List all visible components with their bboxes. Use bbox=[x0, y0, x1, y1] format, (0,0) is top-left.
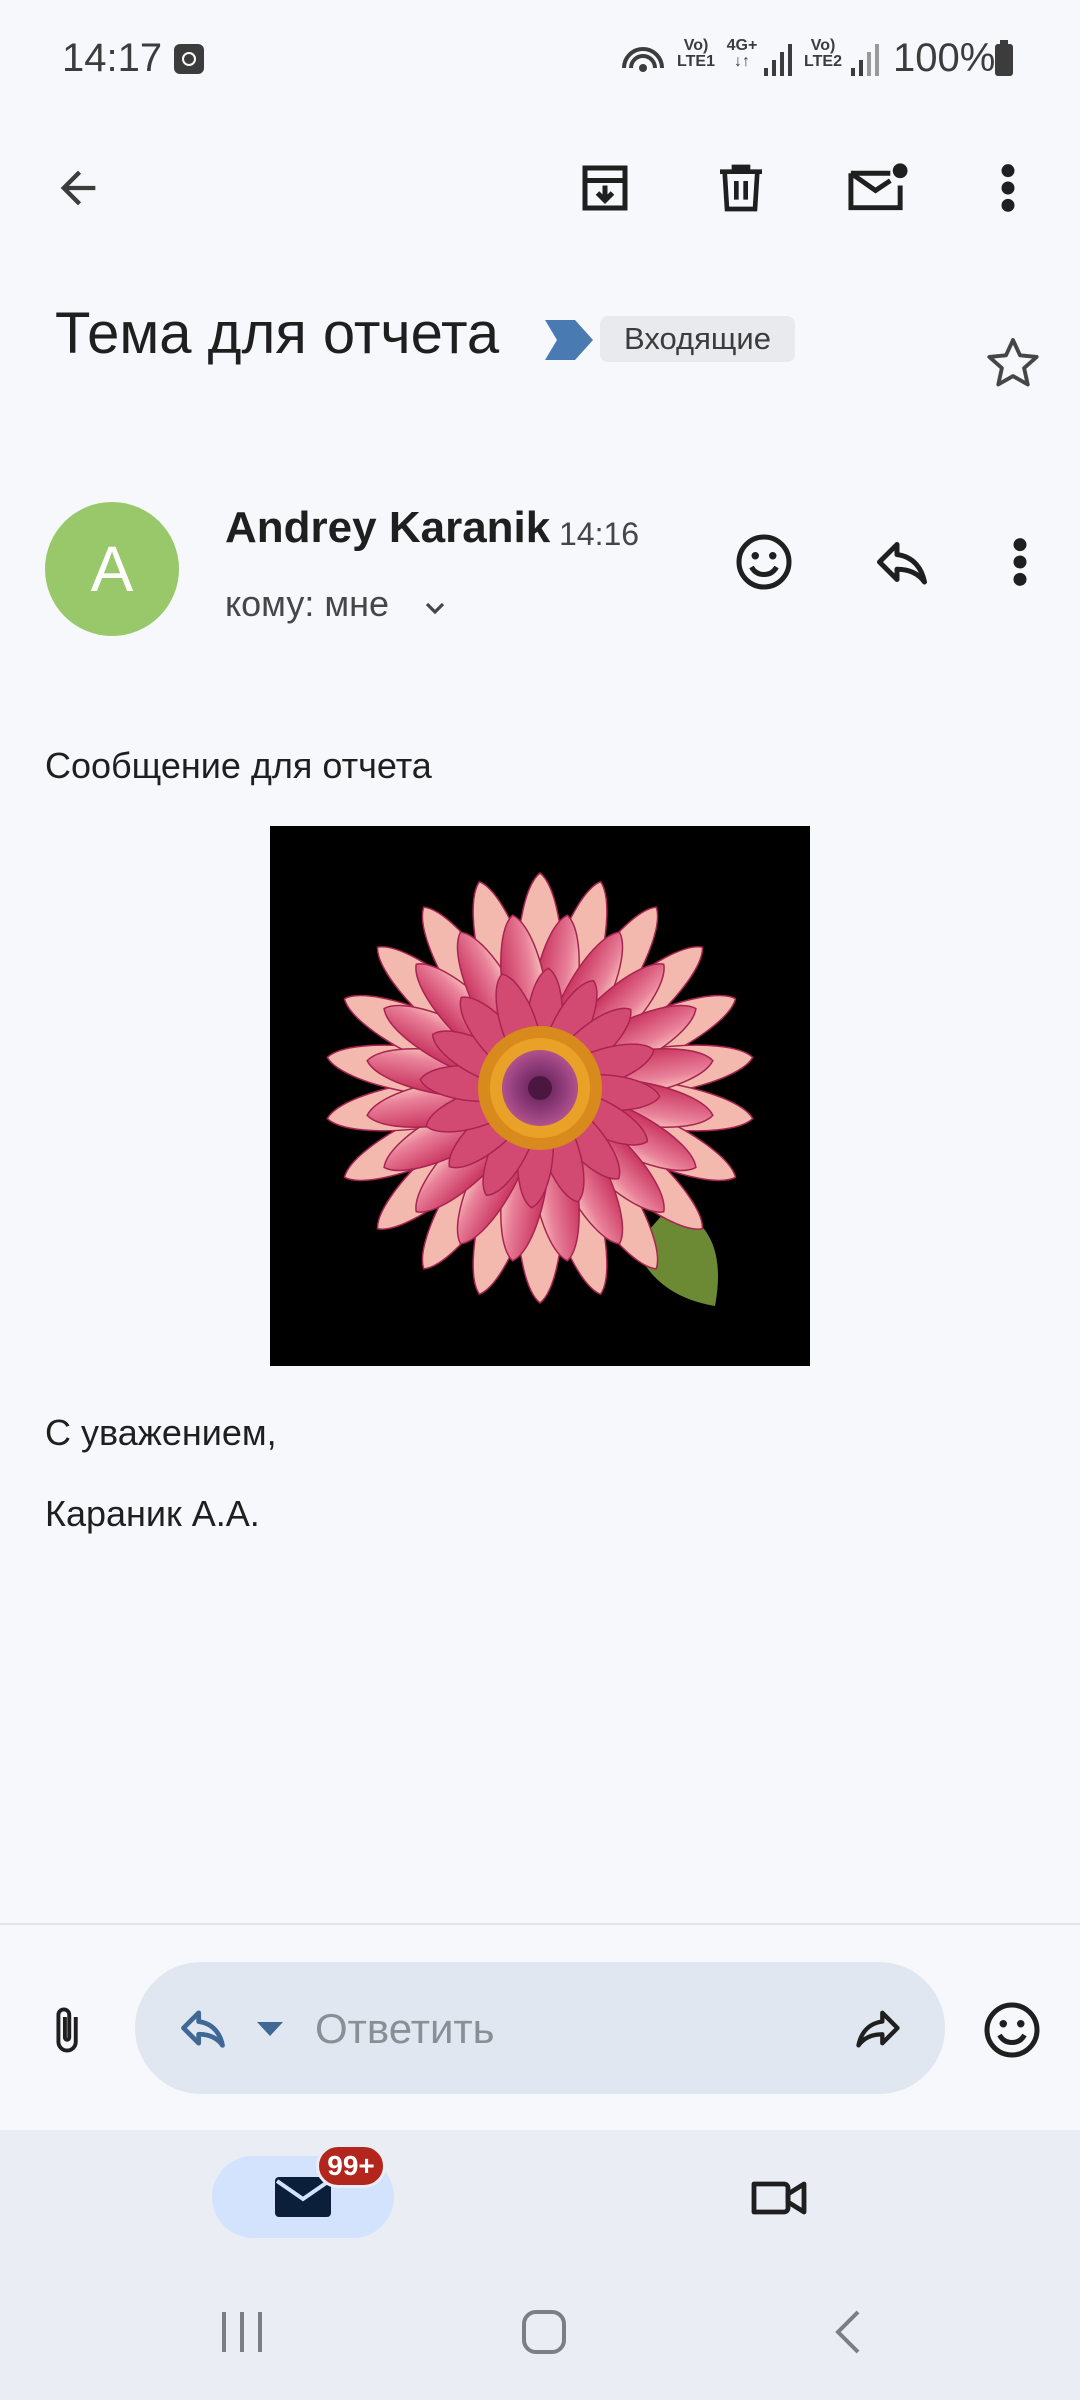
reply-icon bbox=[181, 2010, 225, 2048]
sent-time: 14:16 bbox=[559, 516, 640, 552]
reply-mode-button[interactable] bbox=[165, 1996, 241, 2060]
signal-1-icon bbox=[764, 44, 792, 76]
email-signature: Караник А.А. bbox=[45, 1493, 260, 1534]
video-camera-icon bbox=[751, 2181, 807, 2215]
sender-avatar[interactable]: A bbox=[45, 502, 179, 636]
forward-icon bbox=[856, 2010, 900, 2048]
more-vert-icon bbox=[1001, 164, 1015, 212]
status-bar: 14:17 Vo) LTE1 4G+ ↓↑ Vo) LTE2 100% bbox=[0, 0, 1080, 120]
reply-mode-dropdown[interactable] bbox=[248, 2008, 292, 2048]
system-back-button[interactable] bbox=[806, 2296, 890, 2368]
sim2-volte: Vo) LTE2 bbox=[804, 37, 842, 70]
back-button[interactable] bbox=[40, 150, 116, 226]
email-closing: С уважением, bbox=[45, 1412, 277, 1453]
meet-tab[interactable] bbox=[738, 2160, 818, 2236]
flower-image[interactable] bbox=[270, 826, 810, 1366]
signal-2-icon bbox=[851, 44, 879, 76]
home-button[interactable] bbox=[502, 2296, 586, 2368]
caret-down-icon bbox=[257, 2022, 283, 2036]
battery-icon bbox=[995, 40, 1013, 76]
add-reaction-button[interactable] bbox=[722, 520, 806, 604]
archive-icon bbox=[582, 165, 628, 211]
reply-icon bbox=[877, 542, 927, 585]
recipient-text: кому: мне bbox=[225, 583, 389, 624]
email-body-text: Сообщение для отчета bbox=[45, 745, 432, 786]
network-type: 4G+ ↓↑ bbox=[726, 37, 758, 70]
reply-placeholder: Ответить bbox=[315, 2005, 495, 2052]
trash-icon bbox=[720, 164, 762, 212]
reply-input[interactable]: Ответить bbox=[315, 2005, 495, 2053]
paperclip-icon bbox=[56, 2007, 78, 2053]
mark-unread-button[interactable] bbox=[838, 150, 918, 226]
emoji-icon bbox=[736, 534, 792, 590]
divider bbox=[0, 1923, 1080, 1925]
sim1-volte: Vo) LTE1 bbox=[677, 37, 715, 70]
email-subject: Тема для отчета bbox=[55, 301, 500, 366]
arrow-left-icon bbox=[60, 170, 96, 206]
status-time: 14:17 bbox=[62, 36, 163, 80]
star-button[interactable] bbox=[975, 325, 1051, 401]
recent-apps-button[interactable] bbox=[200, 2296, 284, 2368]
message-more-button[interactable] bbox=[1000, 520, 1040, 604]
more-button[interactable] bbox=[970, 150, 1046, 226]
more-vert-icon bbox=[1013, 538, 1027, 586]
battery-percent: 100% bbox=[893, 36, 996, 80]
hotspot-icon bbox=[622, 47, 664, 72]
chevron-down-icon bbox=[425, 602, 445, 615]
recipient-details-toggle[interactable]: кому: мне bbox=[225, 578, 465, 634]
mail-unread-icon bbox=[848, 163, 908, 211]
flower-illustration bbox=[326, 872, 754, 1306]
forward-button[interactable] bbox=[840, 1996, 916, 2060]
attach-button[interactable] bbox=[30, 1988, 102, 2072]
screen-record-icon bbox=[174, 44, 204, 74]
sender-name: Andrey Karanik bbox=[225, 503, 551, 552]
reply-button[interactable] bbox=[860, 520, 944, 604]
recent-apps-icon bbox=[222, 2312, 262, 2352]
unread-count-badge: 99+ bbox=[316, 2144, 386, 2188]
important-marker-icon[interactable] bbox=[545, 320, 593, 360]
home-icon bbox=[522, 2310, 566, 2354]
emoji-icon bbox=[984, 2002, 1040, 2058]
emoji-button[interactable] bbox=[972, 1988, 1052, 2072]
label-chip-inbox[interactable]: Входящие bbox=[600, 316, 795, 362]
delete-button[interactable] bbox=[703, 150, 779, 226]
star-icon bbox=[987, 338, 1039, 387]
chevron-left-icon bbox=[835, 2310, 860, 2354]
archive-button[interactable] bbox=[567, 150, 643, 226]
